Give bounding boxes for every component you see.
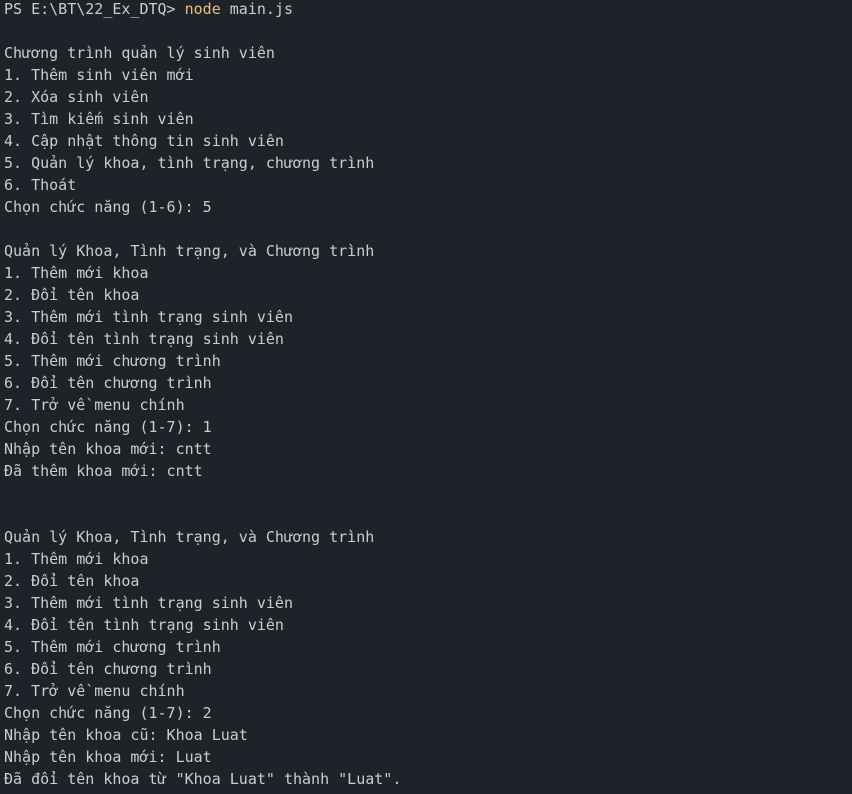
terminal-output: Chương trình quản lý sinh viên 1. Thêm si… xyxy=(4,20,852,790)
output-line: 4. Đổi tên tình trạng sinh viên xyxy=(4,616,284,634)
output-line: 5. Quản lý khoa, tình trạng, chương trìn… xyxy=(4,154,375,172)
output-line: Nhập tên khoa cũ: Khoa Luat xyxy=(4,726,248,744)
output-line: 6. Đổi tên chương trình xyxy=(4,660,212,678)
output-line: 3. Thêm mới tình trạng sinh viên xyxy=(4,308,293,326)
output-line: 1. Thêm mới khoa xyxy=(4,550,149,568)
prompt-path: PS E:\BT\22_Ex_DTQ> xyxy=(4,0,185,18)
output-line: Nhập tên khoa mới: Luat xyxy=(4,748,212,766)
output-line: Nhập tên khoa mới: cntt xyxy=(4,440,212,458)
command-argument: main.js xyxy=(220,0,293,18)
output-line: Chọn chức năng (1-6): 5 xyxy=(4,198,212,216)
prompt-line: PS E:\BT\22_Ex_DTQ> node main.js xyxy=(4,0,852,20)
output-line: 3. Tìm kiếm sinh viên xyxy=(4,110,194,128)
output-line: 1. Thêm sinh viên mới xyxy=(4,66,194,84)
output-line: 3. Thêm mới tình trạng sinh viên xyxy=(4,594,293,612)
output-line: 2. Đổi tên khoa xyxy=(4,572,140,590)
output-line: 6. Đổi tên chương trình xyxy=(4,374,212,392)
terminal-window[interactable]: PS E:\BT\22_Ex_DTQ> node main.js Chương … xyxy=(0,0,852,794)
output-line: Chương trình quản lý sinh viên xyxy=(4,44,275,62)
output-line: Quản lý Khoa, Tình trạng, và Chương trìn… xyxy=(4,528,375,546)
output-line: 4. Đổi tên tình trạng sinh viên xyxy=(4,330,284,348)
output-line: Quản lý Khoa, Tình trạng, và Chương trìn… xyxy=(4,242,375,260)
output-line: 7. Trở về menu chính xyxy=(4,682,185,700)
output-line: 5. Thêm mới chương trình xyxy=(4,638,221,656)
output-line: Chọn chức năng (1-7): 1 xyxy=(4,418,212,436)
output-line: Chọn chức năng (1-7): 2 xyxy=(4,704,212,722)
output-line: 4. Cập nhật thông tin sinh viên xyxy=(4,132,284,150)
output-line: Đã đổi tên khoa từ "Khoa Luat" thành "Lu… xyxy=(4,770,402,788)
output-line: 1. Thêm mới khoa xyxy=(4,264,149,282)
output-line: Đã thêm khoa mới: cntt xyxy=(4,462,203,480)
output-line: 2. Đổi tên khoa xyxy=(4,286,140,304)
command-name: node xyxy=(184,0,221,18)
output-line: 6. Thoát xyxy=(4,176,77,194)
output-line: 7. Trở về menu chính xyxy=(4,396,185,414)
output-line: 2. Xóa sinh viên xyxy=(4,88,149,106)
output-line: 5. Thêm mới chương trình xyxy=(4,352,221,370)
